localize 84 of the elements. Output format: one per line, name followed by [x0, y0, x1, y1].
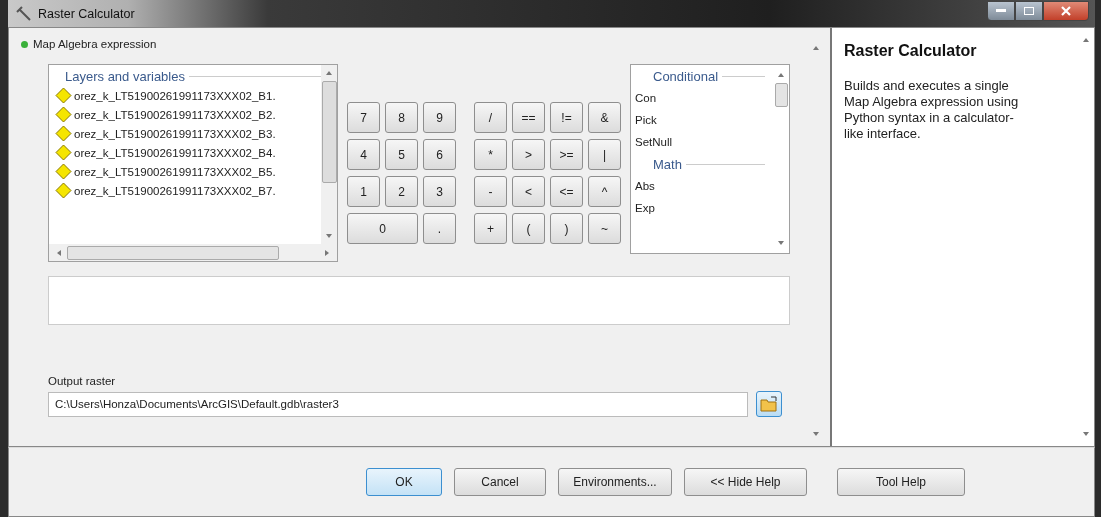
key-button[interactable]: / [474, 102, 507, 133]
help-title: Raster Calculator [844, 42, 978, 60]
key-button[interactable]: 0 [347, 213, 418, 244]
key-button[interactable]: 6 [423, 139, 456, 170]
scroll-left-arrow-icon[interactable] [55, 248, 63, 257]
scroll-thumb[interactable] [774, 83, 788, 107]
minimize-icon [996, 8, 1006, 13]
key-button[interactable]: <= [550, 176, 583, 207]
key-button[interactable]: 4 [347, 139, 380, 170]
section-heading: Math [653, 157, 682, 172]
dialog-button[interactable]: OK [366, 468, 442, 496]
key-button[interactable]: ^ [588, 176, 621, 207]
scroll-up-arrow-icon[interactable] [777, 71, 785, 79]
scroll-thumb[interactable] [67, 245, 279, 260]
diamond-icon [55, 106, 72, 123]
dialog-button[interactable]: << Hide Help [684, 468, 807, 496]
section-heading: Layers and variables [65, 69, 185, 84]
layer-item[interactable]: orez_k_LT51900261991173XXX02_B4. [74, 146, 276, 159]
key-button[interactable]: + [474, 213, 507, 244]
key-button[interactable]: < [512, 176, 545, 207]
maximize-icon [1024, 6, 1034, 15]
key-button[interactable]: * [474, 139, 507, 170]
expression-field[interactable] [48, 276, 790, 325]
key-button[interactable]: 1 [347, 176, 380, 207]
scroll-up-arrow-icon[interactable] [812, 44, 820, 52]
diamond-icon [55, 182, 72, 199]
maximize-button[interactable] [1015, 0, 1043, 21]
key-button[interactable]: | [588, 139, 621, 170]
layer-item[interactable]: orez_k_LT51900261991173XXX02_B5. [74, 165, 276, 178]
key-button[interactable]: 5 [385, 139, 418, 170]
function-item[interactable]: Con [635, 87, 773, 109]
diamond-icon [55, 87, 72, 104]
folder-icon [760, 396, 778, 412]
key-button[interactable]: ( [512, 213, 545, 244]
hammer-icon [16, 5, 32, 22]
horizontal-scrollbar[interactable] [49, 244, 337, 261]
layer-item[interactable]: orez_k_LT51900261991173XXX02_B2. [74, 108, 276, 121]
minimize-button[interactable] [987, 0, 1015, 21]
field-label: Output raster [48, 375, 117, 387]
key-button[interactable]: - [474, 176, 507, 207]
scroll-up-arrow-icon[interactable] [1082, 36, 1090, 44]
key-button[interactable]: ~ [588, 213, 621, 244]
key-button[interactable]: & [588, 102, 621, 133]
layer-item[interactable]: orez_k_LT51900261991173XXX02_B3. [74, 127, 276, 140]
close-button[interactable] [1043, 0, 1089, 21]
close-icon [1061, 5, 1071, 16]
function-item[interactable]: Exp [635, 197, 773, 219]
section-heading: Conditional [653, 69, 719, 84]
dialog-button[interactable]: Cancel [454, 468, 546, 496]
diamond-icon [55, 144, 72, 161]
window-title: Raster Calculator [38, 6, 135, 21]
function-item[interactable]: Pick [635, 109, 773, 131]
key-button[interactable]: 3 [423, 176, 456, 207]
status-dot-icon [21, 40, 28, 48]
help-text: Builds and executes a single Map Algebra expression using Python syntax in a calculator-like interface. [844, 78, 1020, 142]
key-button[interactable]: 8 [385, 102, 418, 133]
scroll-thumb[interactable] [321, 81, 337, 183]
dialog-button[interactable]: Environments... [558, 468, 672, 496]
scroll-up-arrow-icon[interactable] [325, 69, 333, 77]
scroll-down-arrow-icon[interactable] [777, 239, 785, 247]
scroll-down-arrow-icon[interactable] [812, 430, 820, 438]
key-button[interactable]: != [550, 102, 583, 133]
field-label: Map Algebra expression [33, 38, 157, 50]
scroll-down-arrow-icon[interactable] [325, 232, 333, 240]
key-button[interactable]: ) [550, 213, 583, 244]
function-item[interactable]: SetNull [635, 131, 773, 153]
layer-item[interactable]: orez_k_LT51900261991173XXX02_B1. [74, 89, 276, 102]
key-button[interactable]: >= [550, 139, 583, 170]
key-button[interactable]: . [423, 213, 456, 244]
diamond-icon [55, 125, 72, 142]
tool-help-button[interactable]: Tool Help [837, 468, 965, 496]
output-field[interactable]: C:\Users\Honza\Documents\ArcGIS\Default.gdb\raster3 [48, 391, 748, 417]
key-button[interactable]: > [512, 139, 545, 170]
function-item[interactable]: Abs [635, 175, 773, 197]
scroll-down-arrow-icon[interactable] [1082, 430, 1090, 438]
diamond-icon [55, 163, 72, 180]
scroll-right-arrow-icon[interactable] [323, 248, 331, 257]
key-button[interactable]: 9 [423, 102, 456, 133]
browse-button[interactable] [756, 391, 782, 417]
key-button[interactable]: == [512, 102, 545, 133]
layer-item[interactable]: orez_k_LT51900261991173XXX02_B7. [74, 184, 276, 197]
key-button[interactable]: 7 [347, 102, 380, 133]
vertical-scrollbar[interactable] [321, 65, 337, 244]
key-button[interactable]: 2 [385, 176, 418, 207]
